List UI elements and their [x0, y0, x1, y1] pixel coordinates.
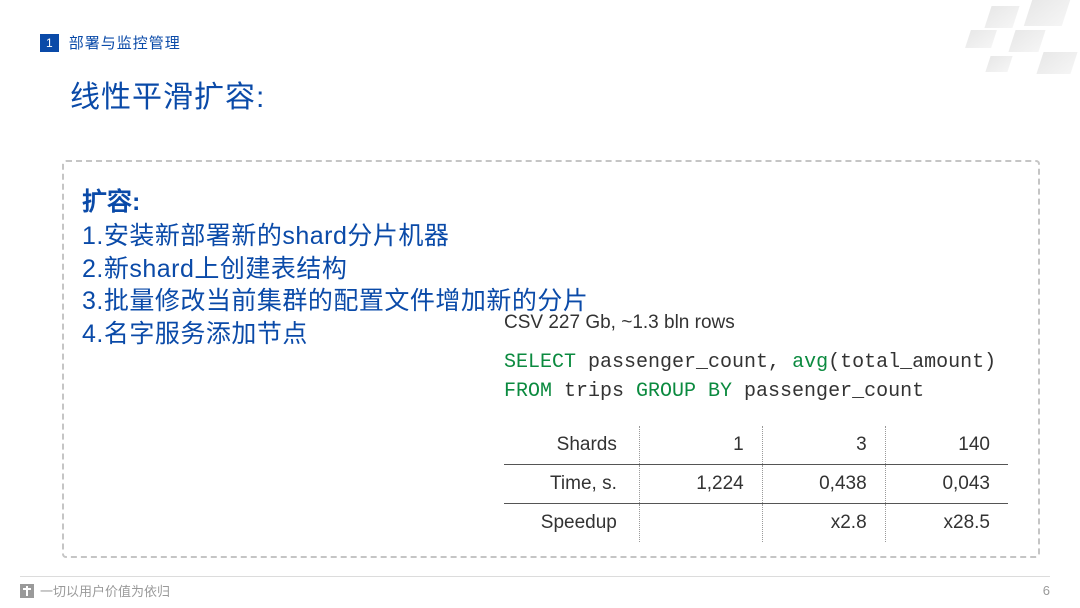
cross-icon	[20, 584, 34, 598]
cell-time-1: 1,224	[639, 465, 762, 504]
cell-shards-1: 1	[639, 426, 762, 465]
expansion-heading: 扩容:	[82, 182, 1020, 218]
section-name: 部署与监控管理	[69, 32, 181, 53]
sql-from-kw: FROM	[504, 380, 552, 403]
page-number: 6	[1043, 583, 1050, 598]
table-row-time: Time, s. 1,224 0,438 0,043	[504, 465, 1008, 504]
benchmark-area: CSV 227 Gb, ~1.3 bln rows SELECT passeng…	[504, 312, 1008, 542]
decorative-corner	[940, 0, 1080, 90]
content-panel: 扩容: 1.安装新部署新的shard分片机器 2.新shard上创建表结构 3.…	[62, 160, 1040, 558]
step-1: 1.安装新部署新的shard分片机器	[82, 220, 1020, 253]
cell-shards-3: 140	[885, 426, 1008, 465]
sql-group-col: passenger_count	[732, 380, 924, 403]
sql-table: trips	[552, 380, 636, 403]
footer-left: 一切以用户价值为依归	[20, 581, 170, 600]
section-header: 1 部署与监控管理	[40, 32, 181, 53]
section-number-badge: 1	[40, 34, 59, 52]
footer-motto: 一切以用户价值为依归	[40, 581, 170, 600]
cell-speedup-2: x2.8	[762, 504, 885, 543]
sql-avg-fn: avg	[792, 351, 828, 374]
cell-time-3: 0,043	[885, 465, 1008, 504]
performance-table: Shards 1 3 140 Time, s. 1,224 0,438 0,04…	[504, 426, 1008, 542]
sql-query: SELECT passenger_count, avg(total_amount…	[504, 348, 1008, 406]
sql-group-kw: GROUP BY	[636, 380, 732, 403]
cell-speedup-1	[639, 504, 762, 543]
cell-shards-2: 3	[762, 426, 885, 465]
table-row-speedup: Speedup x2.8 x28.5	[504, 504, 1008, 543]
footer: 一切以用户价值为依归 6	[20, 576, 1050, 600]
row-label-shards: Shards	[504, 426, 639, 465]
table-row-shards: Shards 1 3 140	[504, 426, 1008, 465]
sql-cols: passenger_count,	[576, 351, 792, 374]
row-label-speedup: Speedup	[504, 504, 639, 543]
cell-time-2: 0,438	[762, 465, 885, 504]
cell-speedup-3: x28.5	[885, 504, 1008, 543]
sql-select-kw: SELECT	[504, 351, 576, 374]
step-2: 2.新shard上创建表结构	[82, 253, 1020, 286]
row-label-time: Time, s.	[504, 465, 639, 504]
sql-avg-arg: (total_amount)	[828, 351, 996, 374]
page-title: 线性平滑扩容:	[70, 72, 265, 116]
csv-info: CSV 227 Gb, ~1.3 bln rows	[504, 312, 1008, 334]
